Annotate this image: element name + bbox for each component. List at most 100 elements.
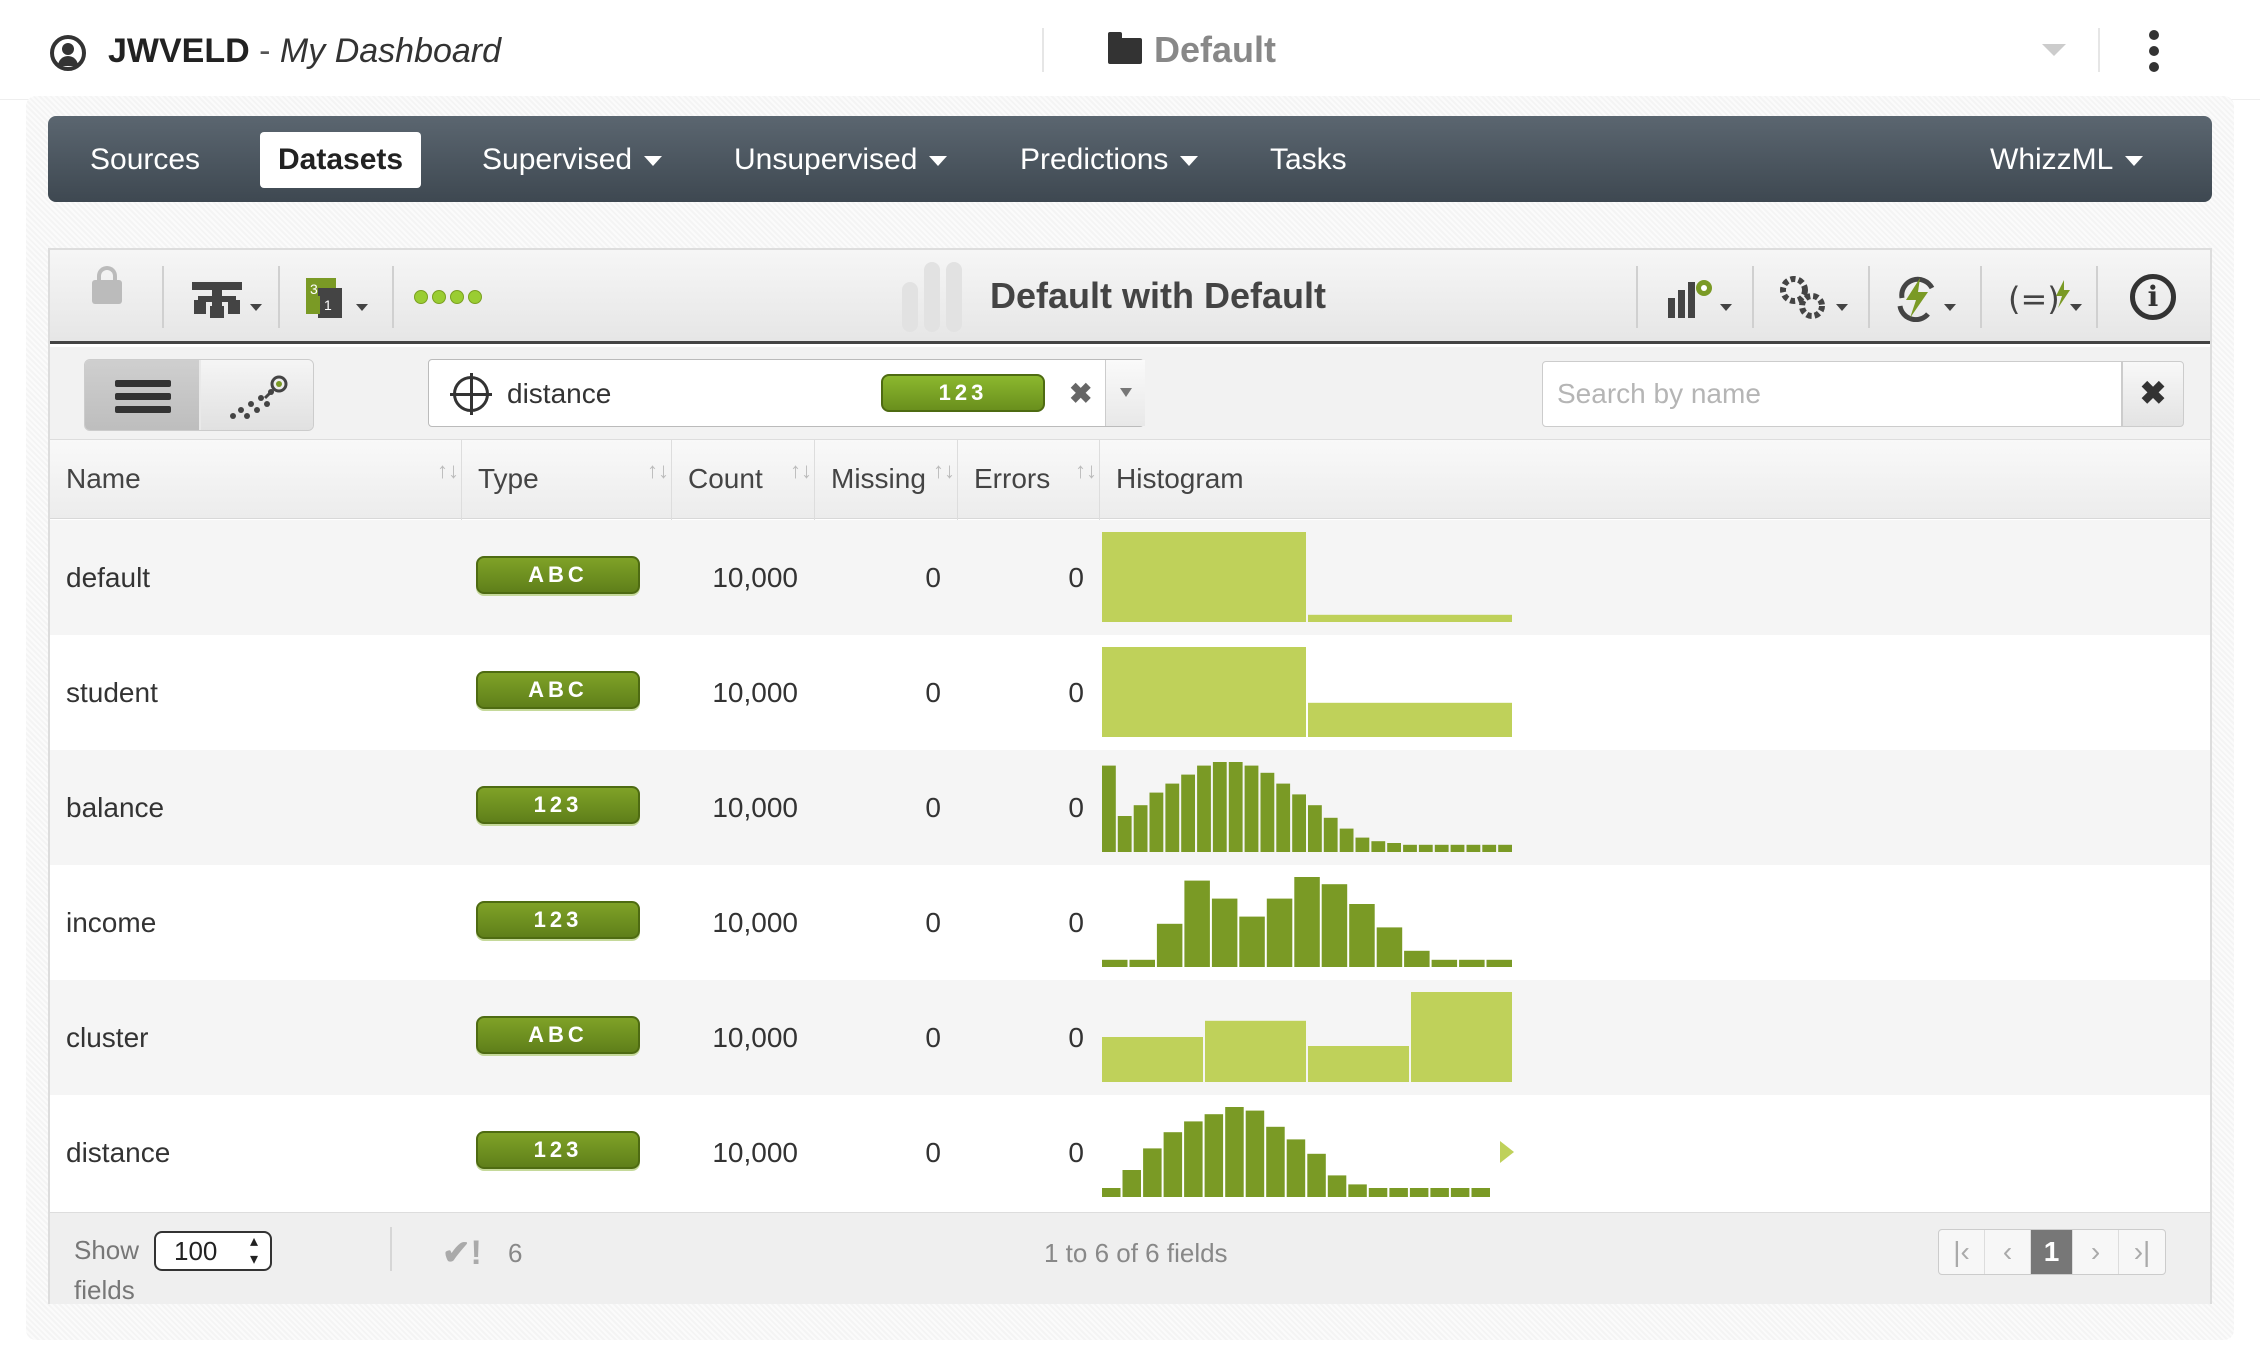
list-view-button[interactable] <box>85 360 199 430</box>
last-page-icon[interactable]: ›| <box>2119 1230 2165 1274</box>
nav-whizzml[interactable]: WhizzML <box>1990 138 2144 182</box>
lock-icon[interactable] <box>92 266 122 304</box>
column-header-name[interactable]: Name ↑↓ <box>50 440 462 520</box>
table-row[interactable]: distance 123 10,000 0 0 <box>50 1095 2210 1210</box>
histogram-bar <box>1266 1126 1285 1197</box>
nav-supervised-label: Supervised <box>482 143 633 176</box>
histogram-bar <box>1349 904 1375 967</box>
nav-supervised[interactable]: Supervised <box>482 138 663 182</box>
scatter-view-button[interactable] <box>201 360 314 431</box>
chevron-down-icon[interactable] <box>2042 44 2066 56</box>
kebab-menu-icon[interactable] <box>2146 30 2162 74</box>
column-header-histogram: Histogram <box>1100 440 2210 520</box>
field-missing: 0 <box>925 792 941 823</box>
field-name[interactable]: balance <box>66 750 446 865</box>
histogram-bar <box>1286 1139 1306 1197</box>
field-name[interactable]: default <box>66 520 446 635</box>
chevron-down-icon[interactable] <box>1105 360 1145 426</box>
lightning-icon[interactable] <box>1892 274 1972 322</box>
column-header-missing[interactable]: Missing ↑↓ <box>815 440 958 520</box>
fields-label: fields <box>74 1275 135 1305</box>
field-name[interactable]: cluster <box>66 980 446 1095</box>
nav-unsupervised[interactable]: Unsupervised <box>734 138 948 182</box>
field-missing: 0 <box>925 907 941 938</box>
histogram-bar <box>1294 877 1320 967</box>
histogram-bar <box>1327 1175 1347 1197</box>
field-histogram[interactable] <box>1102 762 1522 852</box>
nav-sources[interactable]: Sources <box>90 138 200 182</box>
field-name[interactable]: distance <box>66 1095 446 1210</box>
pagination: |‹ ‹ 1 › ›| <box>1938 1229 2166 1275</box>
histogram-bar <box>1403 844 1417 852</box>
nav-datasets[interactable]: Datasets <box>260 132 422 188</box>
histogram-bar <box>1431 959 1458 967</box>
histogram-bar <box>1376 927 1403 967</box>
search-input[interactable] <box>1543 362 2121 426</box>
histogram-bar <box>1355 837 1370 852</box>
svg-text:(=): (=) <box>2008 280 2060 318</box>
sample-icon[interactable]: 3 1 <box>304 274 384 322</box>
histogram-bar <box>1117 816 1132 852</box>
prev-page-icon[interactable]: ‹ <box>1985 1230 2031 1274</box>
next-page-icon[interactable]: › <box>2073 1230 2119 1274</box>
column-header-count[interactable]: Count ↑↓ <box>672 440 815 520</box>
sort-icon[interactable]: ↑↓ <box>933 460 955 498</box>
table-row[interactable]: student ABC 10,000 0 0 <box>50 635 2210 750</box>
table-row[interactable]: income 123 10,000 0 0 <box>50 865 2210 980</box>
histogram-bar <box>1184 1121 1203 1197</box>
app-title[interactable]: JWVELD - My Dashboard <box>108 30 501 72</box>
table-row[interactable]: balance 123 10,000 0 0 <box>50 750 2210 865</box>
field-type-badge: ABC <box>476 671 640 709</box>
clear-objective-icon[interactable]: ✖ <box>1069 374 1092 414</box>
project-selector[interactable]: Default <box>1154 28 1276 72</box>
field-name[interactable]: income <box>66 865 446 980</box>
clear-search-button[interactable]: ✖ <box>2122 361 2184 427</box>
folder-icon <box>1108 32 1142 64</box>
nav-unsupervised-label: Unsupervised <box>734 143 918 176</box>
current-page[interactable]: 1 <box>2031 1230 2073 1274</box>
objective-field-selector[interactable]: distance 123 ✖ <box>428 359 1145 427</box>
search-field[interactable] <box>1542 361 2122 427</box>
histogram-bar <box>1211 898 1238 967</box>
sort-icon[interactable]: ↑↓ <box>437 460 459 498</box>
nav-predictions-label: Predictions <box>1020 143 1169 176</box>
divider <box>1636 266 1638 328</box>
nav-predictions[interactable]: Predictions <box>1020 138 1199 182</box>
info-icon[interactable]: i <box>2130 274 2176 320</box>
sort-icon[interactable]: ↑↓ <box>1075 460 1097 498</box>
histogram-bar <box>1156 923 1183 967</box>
histogram-bar <box>1149 792 1164 852</box>
column-header-errors[interactable]: Errors ↑↓ <box>958 440 1100 520</box>
table-row[interactable]: cluster ABC 10,000 0 0 <box>50 980 2210 1095</box>
field-name[interactable]: student <box>66 635 446 750</box>
field-histogram[interactable] <box>1102 992 1522 1082</box>
chart-config-icon[interactable] <box>1666 274 1746 322</box>
svg-text:3: 3 <box>310 281 318 297</box>
field-histogram[interactable] <box>1102 877 1522 967</box>
column-header-type[interactable]: Type ↑↓ <box>462 440 672 520</box>
field-type-badge: 123 <box>476 1131 640 1169</box>
formula-icon[interactable]: (=) <box>2008 274 2088 322</box>
table-row[interactable]: default ABC 10,000 0 0 <box>50 520 2210 635</box>
field-histogram[interactable] <box>1102 1107 1522 1197</box>
sort-icon[interactable]: ↑↓ <box>790 460 812 498</box>
model-tree-icon[interactable] <box>190 274 270 322</box>
gears-icon[interactable] <box>1778 274 1858 322</box>
field-count: 10,000 <box>712 677 798 708</box>
dataset-panel: 3 1 Default with Default (=) i distance … <box>48 248 2212 1305</box>
field-errors: 0 <box>1068 792 1084 823</box>
page-size-select[interactable]: 100 <box>154 1231 272 1271</box>
sort-icon[interactable]: ↑↓ <box>647 460 669 498</box>
objective-type-label: 123 <box>881 374 1045 412</box>
user-icon[interactable] <box>50 35 86 71</box>
divider <box>2098 28 2100 72</box>
field-histogram[interactable] <box>1102 647 1522 737</box>
first-page-icon[interactable]: |‹ <box>1939 1230 1985 1274</box>
check-warning-icon[interactable]: ✔! <box>442 1233 482 1273</box>
histogram-bar <box>1102 765 1116 852</box>
histogram-bar <box>1102 1037 1203 1082</box>
histogram-bar <box>1143 1148 1162 1197</box>
field-missing: 0 <box>925 677 941 708</box>
field-histogram[interactable] <box>1102 532 1522 622</box>
nav-tasks[interactable]: Tasks <box>1270 138 1347 182</box>
